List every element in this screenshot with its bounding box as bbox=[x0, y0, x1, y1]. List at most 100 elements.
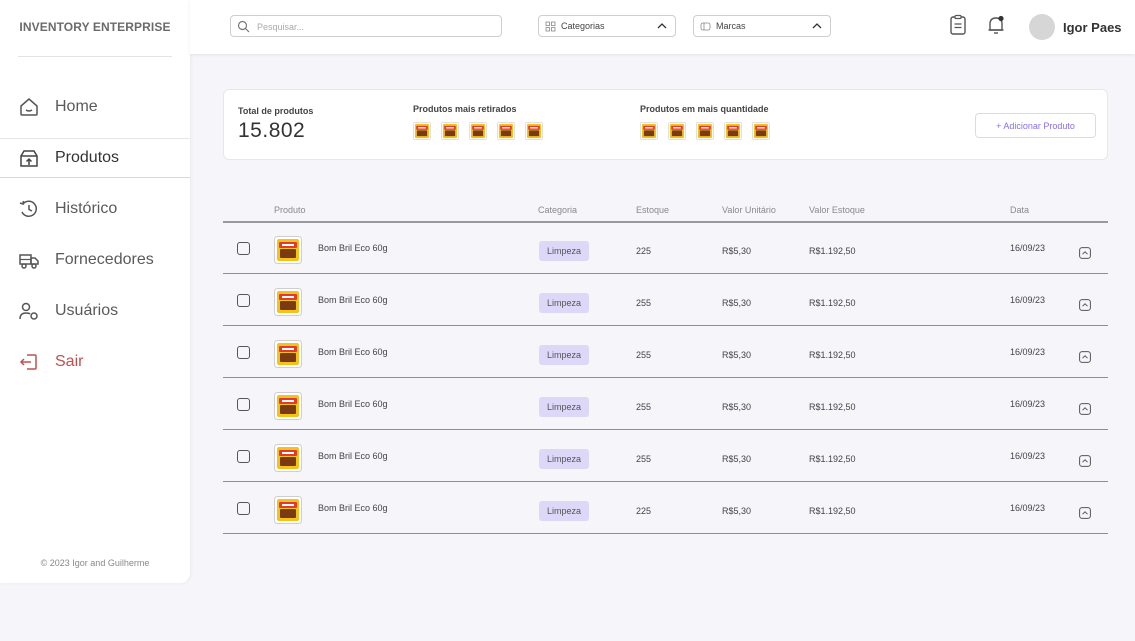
sidebar-item-fornecedores[interactable]: Fornecedores bbox=[0, 241, 190, 279]
date-value: 16/09/23 bbox=[1010, 399, 1046, 409]
stock-value: 255 bbox=[636, 454, 652, 464]
sidebar-item-usuarios[interactable]: Usuários bbox=[0, 292, 190, 330]
product-thumbnail[interactable] bbox=[497, 122, 515, 140]
column-header-estoque: Estoque bbox=[636, 205, 670, 215]
row-checkbox[interactable] bbox=[237, 346, 250, 359]
table-row[interactable]: Bom Bril Eco 60g Limpeza 255 R$5,30 R$1.… bbox=[223, 327, 1108, 378]
sidebar-item-label: Usuários bbox=[55, 302, 119, 319]
truck-icon bbox=[19, 254, 39, 269]
row-checkbox[interactable] bbox=[237, 398, 250, 411]
sidebar-item-home[interactable]: Home bbox=[0, 88, 190, 126]
row-checkbox[interactable] bbox=[237, 502, 250, 515]
row-checkbox[interactable] bbox=[237, 242, 250, 255]
stock-total: R$1.192,50 bbox=[809, 350, 856, 360]
category-badge: Limpeza bbox=[539, 397, 589, 417]
brand-title: INVENTORY ENTERPRISE bbox=[19, 20, 171, 34]
date-value: 16/09/23 bbox=[1010, 503, 1046, 513]
unit-price: R$5,30 bbox=[722, 402, 752, 412]
stock-total: R$1.192,50 bbox=[809, 298, 856, 308]
sidebar-item-produtos[interactable]: Produtos bbox=[0, 139, 190, 177]
product-thumbnail[interactable] bbox=[696, 122, 714, 140]
sidebar-item-label: Sair bbox=[55, 353, 84, 370]
row-checkbox[interactable] bbox=[237, 450, 250, 463]
product-thumbnail[interactable] bbox=[640, 122, 658, 140]
expand-row-icon[interactable] bbox=[1079, 351, 1091, 363]
search-input[interactable] bbox=[255, 18, 499, 36]
users-icon bbox=[19, 302, 38, 320]
most-withdrawn-label: Produtos mais retirados bbox=[413, 104, 517, 114]
expand-row-icon[interactable] bbox=[1079, 403, 1091, 415]
unit-price: R$5,30 bbox=[722, 506, 752, 516]
logout-icon bbox=[19, 354, 37, 370]
column-header-produto: Produto bbox=[274, 205, 306, 215]
most-withdrawn-products bbox=[413, 122, 543, 140]
column-header-valor-estoque: Valor Estoque bbox=[809, 205, 865, 215]
avatar[interactable] bbox=[1029, 14, 1055, 40]
expand-row-icon[interactable] bbox=[1079, 247, 1091, 259]
brands-select[interactable]: Marcas bbox=[693, 15, 831, 37]
date-value: 16/09/23 bbox=[1010, 295, 1046, 305]
total-products-value: 15.802 bbox=[238, 119, 306, 142]
expand-row-icon[interactable] bbox=[1079, 455, 1091, 467]
brands-label: Marcas bbox=[716, 21, 746, 31]
total-products-label: Total de produtos bbox=[238, 106, 314, 116]
bell-icon[interactable] bbox=[986, 14, 1006, 36]
row-checkbox[interactable] bbox=[237, 294, 250, 307]
product-thumbnail[interactable] bbox=[441, 122, 459, 140]
table-row[interactable]: Bom Bril Eco 60g Limpeza 225 R$5,30 R$1.… bbox=[223, 223, 1108, 274]
grid-icon bbox=[545, 21, 556, 32]
product-image bbox=[274, 340, 302, 368]
table-row[interactable]: Bom Bril Eco 60g Limpeza 255 R$5,30 R$1.… bbox=[223, 379, 1108, 430]
table-header: Produto Categoria Estoque Valor Unitário… bbox=[223, 205, 1108, 223]
product-image bbox=[274, 444, 302, 472]
date-value: 16/09/23 bbox=[1010, 243, 1046, 253]
sidebar-item-label: Histórico bbox=[55, 200, 118, 217]
add-product-button[interactable]: + Adicionar Produto bbox=[975, 113, 1096, 138]
table-row[interactable]: Bom Bril Eco 60g Limpeza 255 R$5,30 R$1.… bbox=[223, 431, 1108, 482]
category-badge: Limpeza bbox=[539, 293, 589, 313]
stock-total: R$1.192,50 bbox=[809, 246, 856, 256]
table-row[interactable]: Bom Bril Eco 60g Limpeza 255 R$5,30 R$1.… bbox=[223, 275, 1108, 326]
product-thumbnail[interactable] bbox=[752, 122, 770, 140]
column-header-categoria: Categoria bbox=[538, 205, 578, 215]
table-row[interactable]: Bom Bril Eco 60g Limpeza 225 R$5,30 R$1.… bbox=[223, 483, 1108, 534]
search-icon bbox=[237, 20, 250, 33]
category-badge: Limpeza bbox=[539, 241, 589, 261]
product-thumbnail[interactable] bbox=[413, 122, 431, 140]
sidebar: INVENTORY ENTERPRISE Home Produtos Histó… bbox=[0, 0, 190, 583]
most-quantity-label: Produtos em mais quantidade bbox=[640, 104, 769, 114]
category-badge: Limpeza bbox=[539, 345, 589, 365]
product-name: Bom Bril Eco 60g bbox=[318, 295, 388, 305]
sidebar-item-historico[interactable]: Histórico bbox=[0, 190, 190, 228]
product-image bbox=[274, 496, 302, 524]
expand-row-icon[interactable] bbox=[1079, 507, 1091, 519]
stock-value: 255 bbox=[636, 298, 652, 308]
user-name[interactable]: Igor Paes bbox=[1063, 20, 1122, 35]
product-thumbnail[interactable] bbox=[724, 122, 742, 140]
column-header-data: Data bbox=[1010, 205, 1030, 215]
unit-price: R$5,30 bbox=[722, 454, 752, 464]
clipboard-icon[interactable] bbox=[948, 14, 968, 36]
chevron-up-icon bbox=[657, 23, 667, 29]
product-thumbnail[interactable] bbox=[525, 122, 543, 140]
product-thumbnail[interactable] bbox=[668, 122, 686, 140]
category-badge: Limpeza bbox=[539, 449, 589, 469]
expand-row-icon[interactable] bbox=[1079, 299, 1091, 311]
categories-select[interactable]: Categorias bbox=[538, 15, 676, 37]
stock-total: R$1.192,50 bbox=[809, 506, 856, 516]
date-value: 16/09/23 bbox=[1010, 451, 1046, 461]
categories-label: Categorias bbox=[561, 21, 605, 31]
stock-value: 255 bbox=[636, 350, 652, 360]
stock-total: R$1.192,50 bbox=[809, 454, 856, 464]
sidebar-item-label: Fornecedores bbox=[55, 251, 154, 268]
tag-icon bbox=[700, 22, 711, 31]
product-thumbnail[interactable] bbox=[469, 122, 487, 140]
search-box[interactable] bbox=[230, 15, 502, 37]
divider bbox=[18, 56, 172, 57]
chevron-up-icon bbox=[812, 23, 822, 29]
stock-value: 225 bbox=[636, 246, 652, 256]
product-image bbox=[274, 288, 302, 316]
product-image bbox=[274, 236, 302, 264]
stock-value: 255 bbox=[636, 402, 652, 412]
sidebar-item-sair[interactable]: Sair bbox=[0, 343, 190, 381]
